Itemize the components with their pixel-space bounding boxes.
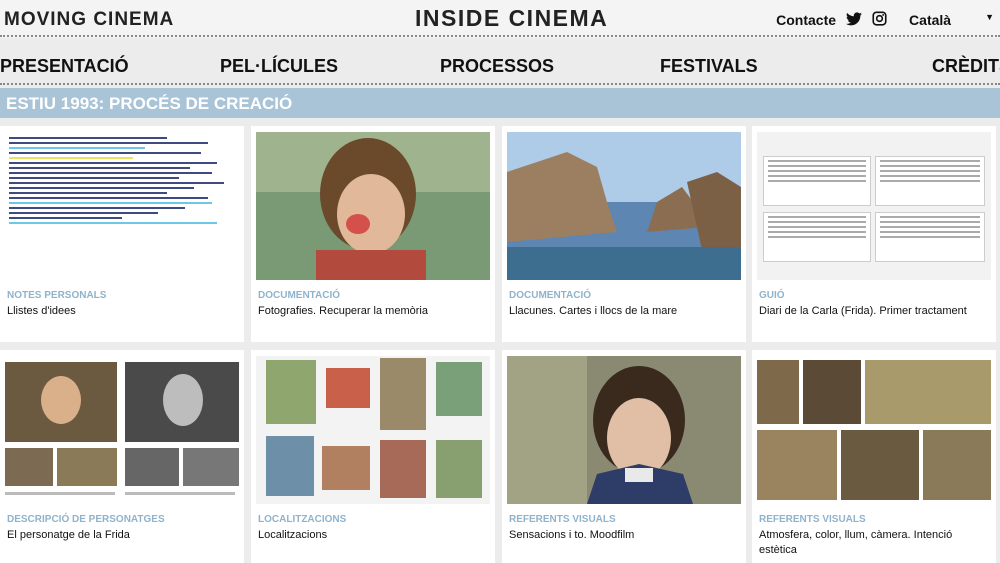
card-thumbnail: [256, 356, 490, 504]
card-thumbnail: [5, 132, 239, 280]
card-category: LOCALITZACIONS: [258, 514, 347, 525]
card-thumbnail: [507, 132, 741, 280]
divider-nav: [0, 83, 1000, 85]
main-nav: PRESENTACIÓ PEL·LÍCULES PROCESSOS FESTIV…: [0, 50, 1000, 82]
card-thumbnail: [256, 132, 490, 280]
brand-moving-cinema[interactable]: MOVING CINEMA: [4, 9, 174, 31]
language-label: Català: [909, 12, 952, 28]
card-guio[interactable]: GUIÓ Diari de la Carla (Frida). Primer t…: [752, 126, 996, 342]
nav-pellicules[interactable]: PEL·LÍCULES: [220, 56, 338, 77]
card-thumbnail: [757, 356, 991, 504]
twitter-icon[interactable]: [846, 11, 863, 29]
card-notes-personals[interactable]: NOTES PERSONALS Llistes d'idees: [0, 126, 244, 342]
card-thumbnail: [5, 356, 239, 504]
card-category: DESCRIPCIÓ DE PERSONATGES: [7, 514, 165, 525]
card-title[interactable]: Llistes d'idees: [7, 304, 239, 319]
chevron-down-icon: ▼: [985, 12, 994, 22]
nav-processos[interactable]: PROCESSOS: [440, 56, 554, 77]
card-title[interactable]: Atmosfera, color, llum, càmera. Intenció…: [759, 528, 991, 558]
card-title[interactable]: Fotografies. Recuperar la memòria: [258, 304, 490, 319]
card-category: GUIÓ: [759, 290, 785, 301]
card-title[interactable]: Llacunes. Cartes i llocs de la mare: [509, 304, 741, 319]
card-category: DOCUMENTACIÓ: [509, 290, 592, 301]
divider-top: [0, 35, 1000, 37]
card-thumbnail: [757, 132, 991, 280]
section-bar: ESTIU 1993: PROCÉS DE CREACIÓ: [0, 88, 1000, 118]
card-category: NOTES PERSONALS: [7, 290, 107, 301]
instagram-icon[interactable]: [872, 11, 887, 29]
card-documentacio-fotografies[interactable]: DOCUMENTACIÓ Fotografies. Recuperar la m…: [251, 126, 495, 342]
card-referents-moodfilm[interactable]: REFERENTS VISUALS Sensacions i to. Moodf…: [502, 350, 746, 563]
header-utilities: Contacte Català ▼: [776, 11, 994, 29]
section-title: ESTIU 1993: PROCÉS DE CREACIÓ: [6, 94, 293, 113]
nav-credits[interactable]: CRÈDITS: [932, 56, 1000, 77]
card-title[interactable]: El personatge de la Frida: [7, 528, 239, 543]
brand-inside-cinema[interactable]: INSIDE CINEMA: [415, 5, 608, 32]
card-title[interactable]: Sensacions i to. Moodfilm: [509, 528, 741, 543]
card-category: DOCUMENTACIÓ: [258, 290, 341, 301]
nav-presentacio[interactable]: PRESENTACIÓ: [0, 56, 129, 77]
contact-link[interactable]: Contacte: [776, 12, 836, 28]
card-title[interactable]: Localitzacions: [258, 528, 490, 543]
language-selector[interactable]: Català ▼: [897, 12, 994, 28]
card-descripcio-personatges[interactable]: DESCRIPCIÓ DE PERSONATGES El personatge …: [0, 350, 244, 563]
card-referents-atmosfera[interactable]: REFERENTS VISUALS Atmosfera, color, llum…: [752, 350, 996, 563]
nav-festivals[interactable]: FESTIVALS: [660, 56, 758, 77]
card-title[interactable]: Diari de la Carla (Frida). Primer tracta…: [759, 304, 991, 319]
card-documentacio-llacunes[interactable]: DOCUMENTACIÓ Llacunes. Cartes i llocs de…: [502, 126, 746, 342]
site-header: MOVING CINEMA INSIDE CINEMA Contacte Cat…: [0, 0, 1000, 38]
card-category: REFERENTS VISUALS: [509, 514, 616, 525]
card-category: REFERENTS VISUALS: [759, 514, 866, 525]
card-thumbnail: [507, 356, 741, 504]
card-localitzacions[interactable]: LOCALITZACIONS Localitzacions: [251, 350, 495, 563]
